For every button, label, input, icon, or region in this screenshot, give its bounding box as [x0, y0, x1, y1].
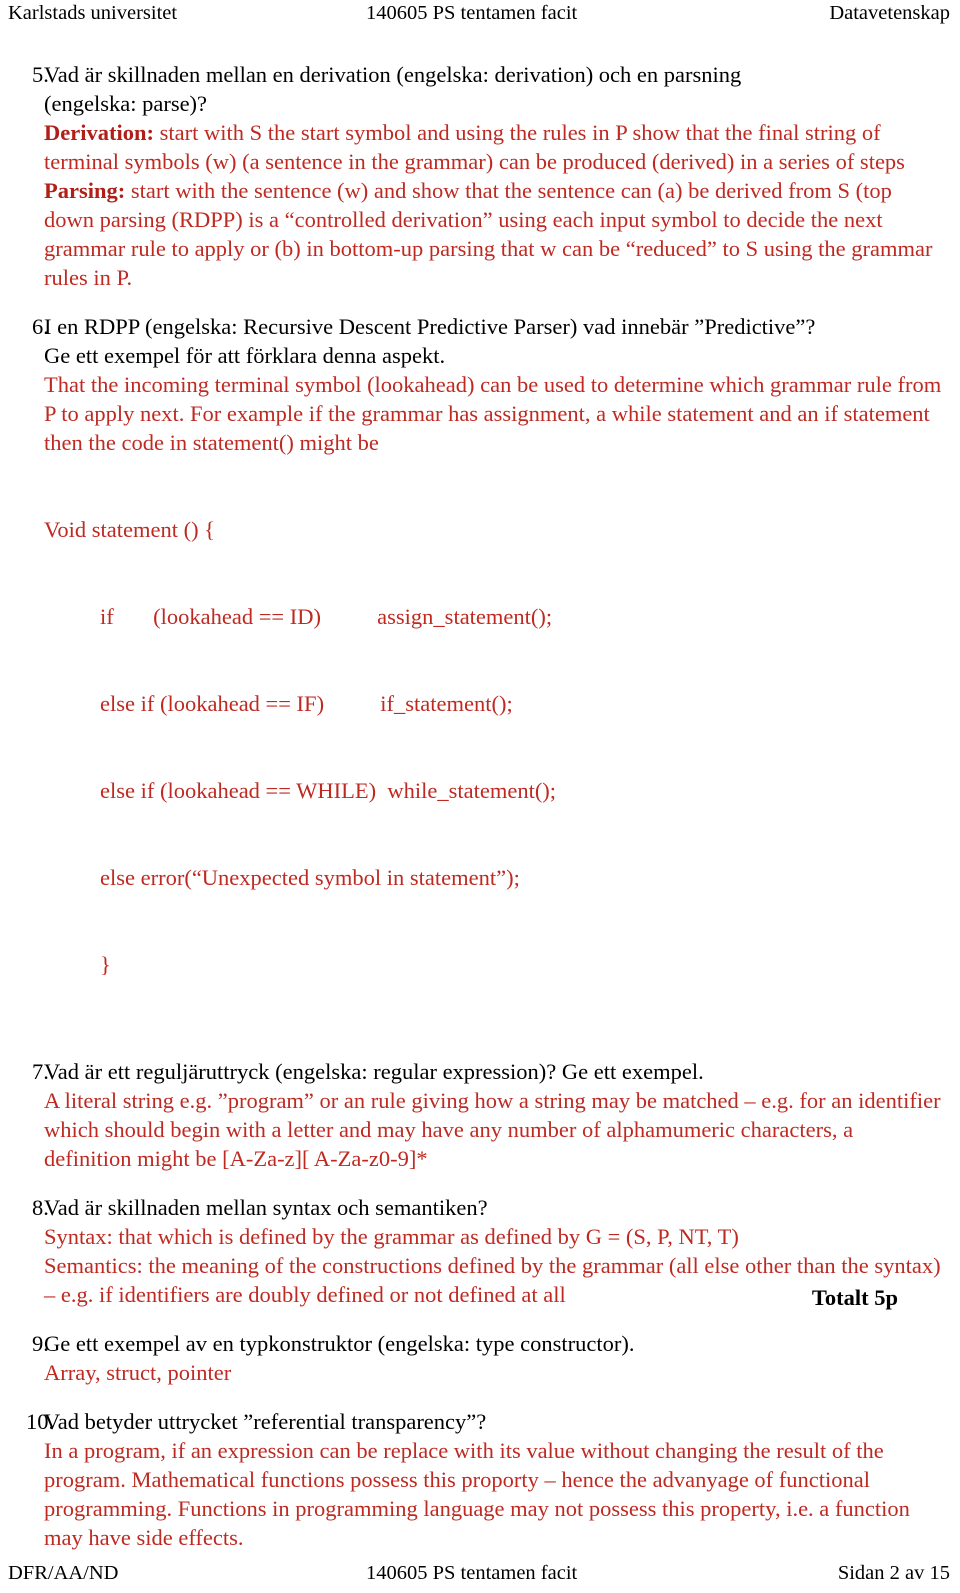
answer-10-paragraph: In a program, if an expression can be re…: [44, 1438, 910, 1550]
document-content: 5. Vad är skillnaden mellan en derivatio…: [0, 60, 960, 1552]
answer-6-paragraph: That the incoming terminal symbol (looka…: [44, 372, 942, 455]
answer-8-syntax: Syntax: that which is defined by the gra…: [44, 1224, 739, 1249]
code-line-5: }: [100, 952, 111, 977]
question-text-7: Vad är ett reguljäruttryck (engelska: re…: [44, 1059, 704, 1084]
footer-center-exam-title: 140605 PS tentamen facit: [366, 1562, 578, 1584]
answer-5-parsing: Parsing: start with the sentence (w) and…: [44, 176, 942, 292]
question-text-5-line-2: (engelska: parse)?: [44, 91, 208, 116]
answer-5-derivation-label: Derivation:: [44, 120, 154, 145]
answer-5-parsing-label: Parsing:: [44, 178, 126, 203]
answer-8-semantics: Semantics: the meaning of the constructi…: [44, 1253, 941, 1307]
code-line-0: Void statement () {: [44, 517, 215, 542]
question-number-10: 10.: [26, 1409, 55, 1434]
question-text-6-line-1: I en RDPP (engelska: Recursive Descent P…: [44, 314, 816, 339]
answer-5-derivation: Derivation: start with S the start symbo…: [44, 118, 942, 176]
question-block-7: 7. Vad är ett reguljäruttryck (engelska:…: [0, 1057, 960, 1173]
code-line-3: else if (lookahead == WHILE) while_state…: [100, 778, 557, 803]
question-text-6-line-2: Ge ett exempel för att förklara denna as…: [44, 343, 446, 368]
question-block-9: 9. Ge ett exempel av en typkonstruktor (…: [0, 1329, 960, 1387]
question-text-8: Vad är skillnaden mellan syntax och sema…: [44, 1195, 488, 1220]
footer-right-page-number: Sidan 2 av 15: [837, 1562, 950, 1584]
question-number-8: 8.: [32, 1195, 49, 1220]
question-text-10: Vad betyder uttrycket ”referential trans…: [44, 1409, 487, 1434]
question-text-5-line-1: Vad är skillnaden mellan en derivation (…: [44, 62, 742, 87]
totals-label: Totalt 5p: [811, 1285, 898, 1310]
code-line-1: if (lookahead == ID) assign_statement();: [100, 604, 553, 629]
question-number-5: 5.: [32, 62, 49, 87]
page-footer: DFR/AA/ND 140605 PS tentamen facit Sidan…: [0, 1561, 960, 1587]
question-number-9: 9.: [32, 1331, 49, 1356]
header-right-subject: Datavetenskap: [829, 2, 950, 24]
answer-6-code-listing: Void statement () { if (lookahead == ID)…: [44, 457, 942, 1037]
answer-5-parsing-body: start with the sentence (w) and show tha…: [44, 178, 933, 290]
footer-left-authors: DFR/AA/ND: [8, 1562, 119, 1584]
code-line-4: else error(“Unexpected symbol in stateme…: [100, 865, 520, 890]
answer-7-paragraph: A literal string e.g. ”program” or an ru…: [44, 1088, 941, 1171]
question-number-7: 7.: [32, 1059, 49, 1084]
code-line-2: else if (lookahead == IF) if_statement()…: [100, 691, 513, 716]
answer-9-paragraph: Array, struct, pointer: [44, 1360, 232, 1385]
question-text-9: Ge ett exempel av en typkonstruktor (eng…: [44, 1331, 635, 1356]
question-block-5: 5. Vad är skillnaden mellan en derivatio…: [0, 60, 960, 292]
header-center-exam-title: 140605 PS tentamen facit: [366, 2, 578, 24]
question-number-6: 6.: [32, 314, 49, 339]
answer-5-derivation-body: start with S the start symbol and using …: [44, 120, 905, 174]
page-header: Karlstads universitet 140605 PS tentamen…: [0, 0, 960, 28]
question-block-6: 6. I en RDPP (engelska: Recursive Descen…: [0, 312, 960, 1037]
header-left-university: Karlstads universitet: [8, 2, 178, 24]
question-block-10: 10. Vad betyder uttrycket ”referential t…: [0, 1407, 960, 1552]
